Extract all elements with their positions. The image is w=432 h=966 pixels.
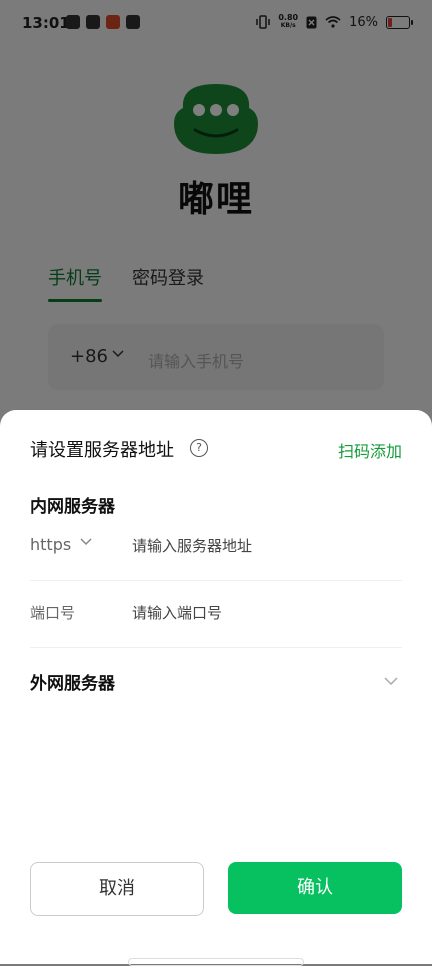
server-address-input[interactable]: 请输入服务器地址 — [132, 535, 252, 556]
help-icon[interactable]: ? — [190, 439, 208, 457]
chevron-down-icon — [80, 538, 92, 546]
chevron-down-icon[interactable] — [384, 677, 398, 685]
sheet-title: 请设置服务器地址 — [30, 440, 174, 461]
port-row: 端口号 请输入端口号 — [30, 581, 402, 648]
server-address-row: https 请输入服务器地址 — [30, 514, 402, 581]
extranet-section-title[interactable]: 外网服务器 — [30, 669, 115, 694]
server-settings-sheet: 请设置服务器地址 ? 扫码添加 内网服务器 https 请输入服务器地址 端口号… — [0, 410, 432, 966]
confirm-button[interactable]: 确认 — [228, 862, 402, 914]
protocol-select[interactable]: https — [30, 535, 71, 554]
cancel-button[interactable]: 取消 — [30, 862, 204, 916]
home-indicator[interactable] — [128, 958, 304, 966]
scan-add-link[interactable]: 扫码添加 — [338, 438, 402, 462]
port-input[interactable]: 请输入端口号 — [132, 602, 222, 623]
port-label: 端口号 — [30, 604, 76, 622]
